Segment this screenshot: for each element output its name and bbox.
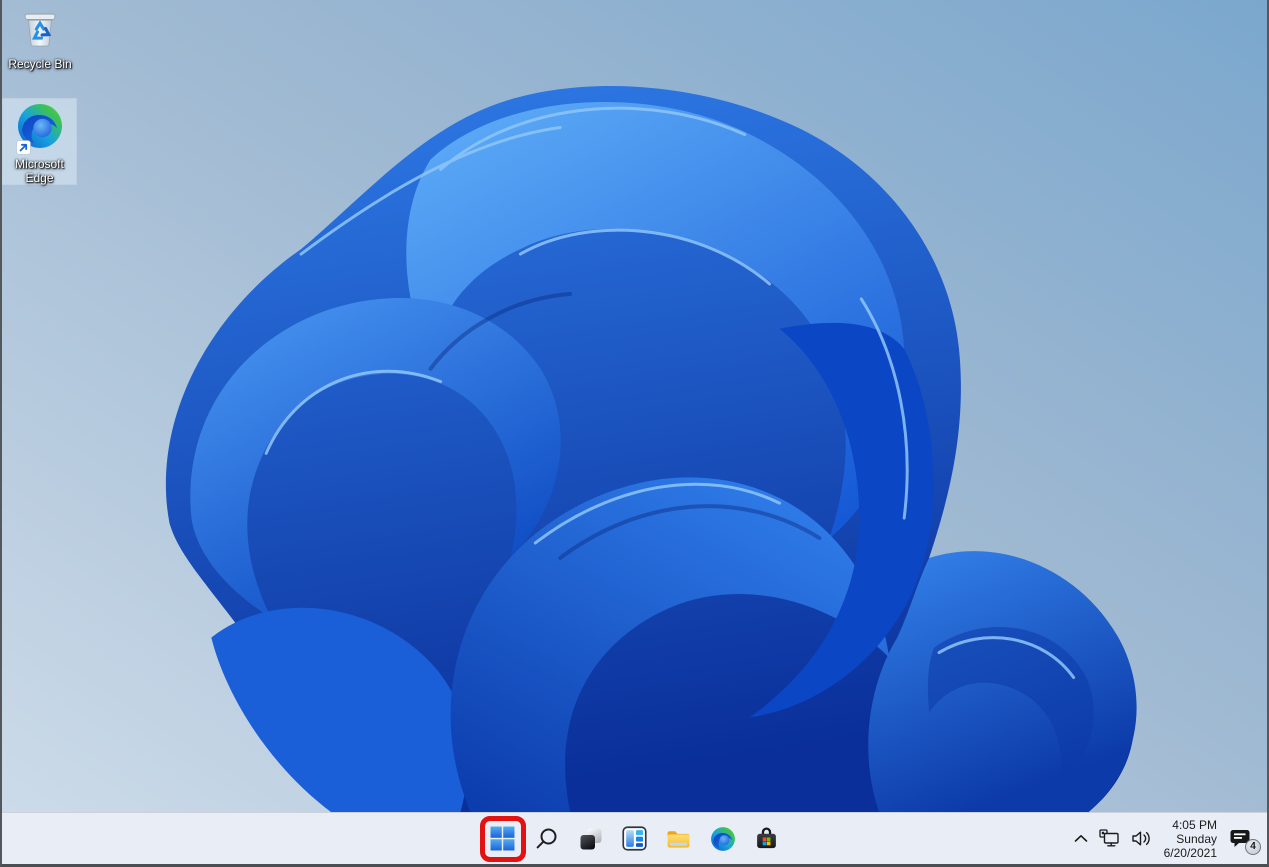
notification-center-button[interactable]: 4 xyxy=(1224,817,1263,861)
task-view-button[interactable] xyxy=(571,817,611,861)
search-icon xyxy=(536,828,556,848)
system-tray: 4:05 PM Sunday 6/20/2021 4 xyxy=(1068,813,1263,864)
volume-icon xyxy=(1131,831,1150,846)
desktop-icon-recycle-bin[interactable]: Recycle Bin xyxy=(2,4,78,71)
edge-icon xyxy=(710,826,735,851)
task-view-icon xyxy=(580,828,601,849)
desktop-icon-microsoft-edge[interactable]: Microsoft Edge xyxy=(2,98,77,185)
microsoft-store-button[interactable] xyxy=(747,817,787,861)
edge-shortcut-label-line1: Microsoft xyxy=(15,157,64,171)
widgets-button[interactable] xyxy=(615,817,655,861)
file-explorer-icon xyxy=(667,831,690,848)
edge-shortcut-label-line2: Edge xyxy=(25,171,54,185)
chevron-up-icon xyxy=(1074,834,1087,842)
shortcut-arrow-icon xyxy=(15,140,31,155)
search-button[interactable] xyxy=(527,817,567,861)
network-ethernet-icon xyxy=(1098,829,1119,847)
clock[interactable]: 4:05 PM Sunday 6/20/2021 xyxy=(1157,817,1224,861)
windows-start-icon xyxy=(490,826,515,851)
clock-day: Sunday xyxy=(1176,831,1217,846)
taskbar-center-icons xyxy=(479,813,787,864)
notification-count-badge: 4 xyxy=(1245,838,1261,855)
edge-taskbar-button[interactable] xyxy=(703,817,743,861)
volume-button[interactable] xyxy=(1126,817,1157,861)
recycle-bin-label: Recycle Bin xyxy=(8,57,72,71)
desktop-area[interactable]: Recycle Bin Microsoft Edge xyxy=(2,0,1267,812)
file-explorer-button[interactable] xyxy=(659,817,699,861)
recycle-bin-icon xyxy=(17,4,63,55)
microsoft-store-icon xyxy=(757,827,776,849)
clock-time: 4:05 PM xyxy=(1172,817,1217,832)
widgets-icon xyxy=(622,826,647,851)
clock-date: 6/20/2021 xyxy=(1163,845,1217,860)
hidden-icons-button[interactable] xyxy=(1068,817,1094,861)
network-button[interactable] xyxy=(1094,817,1126,861)
windows-desktop-screen: Recycle Bin Microsoft Edge 4:05 PM Sunda… xyxy=(0,0,1269,867)
edge-logo-icon xyxy=(15,102,64,155)
wallpaper-bloom xyxy=(2,0,1267,812)
taskbar: 4:05 PM Sunday 6/20/2021 4 xyxy=(2,812,1267,864)
start-button[interactable] xyxy=(479,815,526,862)
